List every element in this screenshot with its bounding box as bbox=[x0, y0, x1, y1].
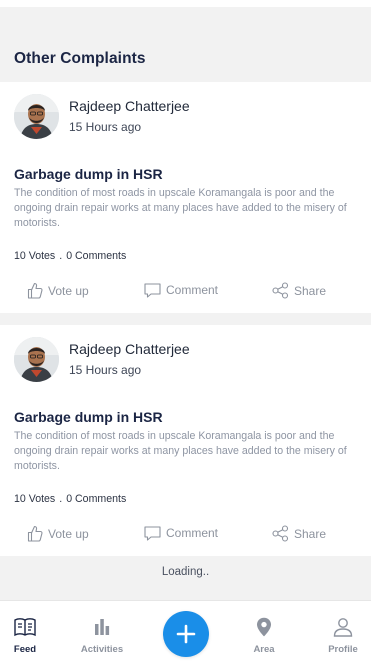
complaint-title[interactable]: Garbage dump in HSR bbox=[14, 409, 163, 425]
vote-up-button[interactable]: Vote up bbox=[27, 282, 89, 299]
complaint-title[interactable]: Garbage dump in HSR bbox=[14, 166, 163, 182]
comment-label: Comment bbox=[166, 283, 219, 297]
share-button[interactable]: Share bbox=[272, 525, 326, 542]
complaint-stats: 10 Votes. 0 Comments bbox=[14, 250, 126, 262]
nav-profile[interactable]: Profile bbox=[313, 601, 371, 665]
share-label: Share bbox=[294, 283, 327, 298]
comment-label: Comment bbox=[166, 526, 219, 540]
user-icon bbox=[333, 617, 353, 642]
vote-up-button[interactable]: Vote up bbox=[27, 525, 89, 542]
add-complaint-button[interactable] bbox=[163, 611, 209, 657]
author-name[interactable]: Rajdeep Chatterjee bbox=[69, 98, 190, 114]
share-icon bbox=[272, 525, 289, 542]
complaint-card[interactable]: Rajdeep Chatterjee 15 Hours ago Garbage … bbox=[0, 82, 371, 313]
share-icon bbox=[272, 282, 289, 299]
comment-icon bbox=[144, 282, 161, 298]
comment-button[interactable]: Comment bbox=[144, 282, 218, 298]
vote-up-label: Vote up bbox=[48, 526, 89, 541]
loading-indicator: Loading.. bbox=[161, 566, 210, 578]
nav-area[interactable]: Area bbox=[234, 601, 294, 665]
post-time: 15 Hours ago bbox=[69, 363, 142, 377]
complaint-stats: 10 Votes. 0 Comments bbox=[14, 493, 126, 505]
bar-chart-icon bbox=[93, 617, 111, 640]
avatar[interactable] bbox=[14, 337, 59, 382]
avatar[interactable] bbox=[14, 94, 59, 139]
thumbs-up-icon bbox=[27, 282, 43, 299]
votes-count: 10 Votes bbox=[14, 493, 56, 505]
section-title: Other Complaints bbox=[14, 50, 146, 67]
stats-separator: . bbox=[59, 250, 63, 262]
share-button[interactable]: Share bbox=[272, 282, 326, 299]
top-bar bbox=[0, 0, 371, 7]
nav-activities[interactable]: Activities bbox=[72, 601, 132, 665]
nav-profile-label: Profile bbox=[328, 644, 358, 655]
stats-separator: . bbox=[59, 493, 63, 505]
post-time: 15 Hours ago bbox=[69, 120, 142, 134]
nav-feed[interactable]: Feed bbox=[0, 601, 55, 665]
nav-activities-label: Activities bbox=[80, 644, 124, 655]
feed-icon bbox=[13, 617, 37, 642]
nav-feed-label: Feed bbox=[13, 644, 37, 655]
thumbs-up-icon bbox=[27, 525, 43, 542]
share-label: Share bbox=[294, 526, 327, 541]
complaint-card[interactable]: Rajdeep Chatterjee 15 Hours ago Garbage … bbox=[0, 325, 371, 556]
vote-up-label: Vote up bbox=[48, 283, 89, 298]
nav-area-label: Area bbox=[253, 644, 275, 655]
comment-button[interactable]: Comment bbox=[144, 525, 218, 541]
comments-count: 0 Comments bbox=[66, 250, 127, 262]
location-pin-icon bbox=[256, 617, 272, 642]
comment-icon bbox=[144, 525, 161, 541]
complaint-description: The condition of most roads in upscale K… bbox=[14, 187, 347, 229]
comments-count: 0 Comments bbox=[66, 493, 127, 505]
complaint-description: The condition of most roads in upscale K… bbox=[14, 430, 347, 472]
votes-count: 10 Votes bbox=[14, 250, 56, 262]
author-name[interactable]: Rajdeep Chatterjee bbox=[69, 341, 190, 357]
